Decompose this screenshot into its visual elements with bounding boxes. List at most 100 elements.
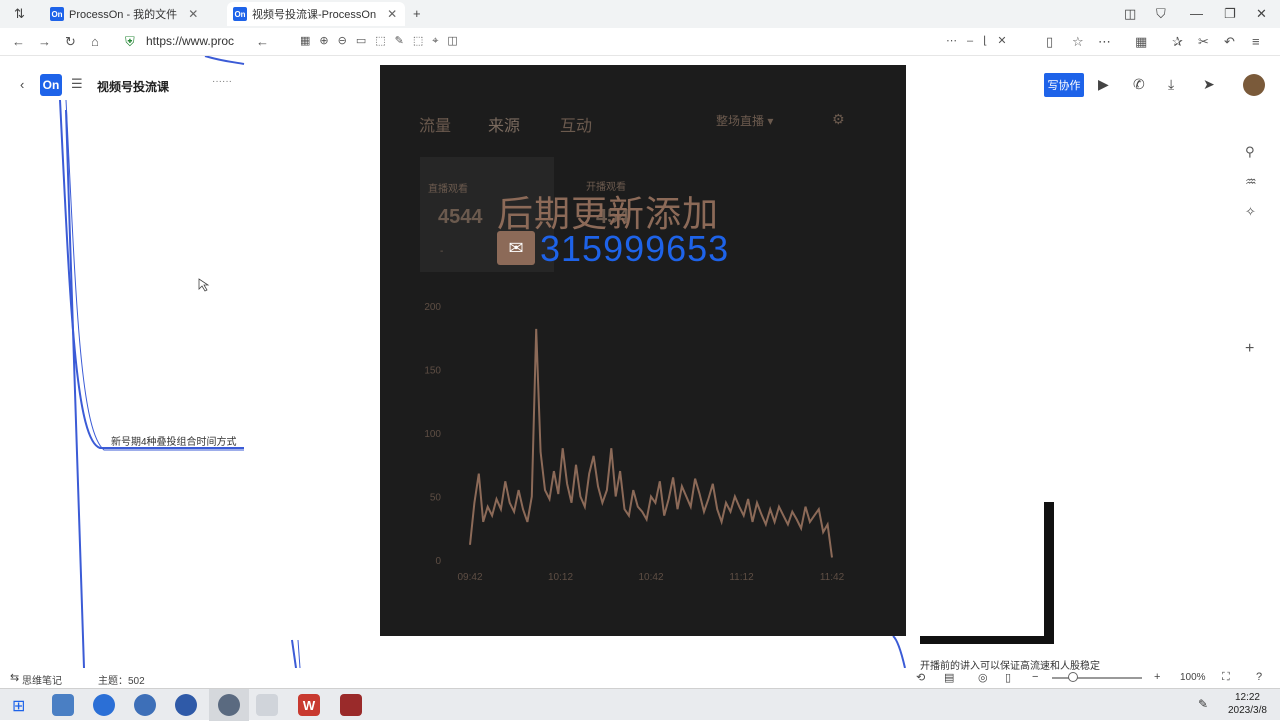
zoom-in-icon[interactable]: + xyxy=(1154,671,1160,683)
scene-select-label: 整场直播 xyxy=(716,114,765,128)
connector-line xyxy=(204,56,245,65)
app-icon[interactable] xyxy=(218,694,240,716)
tab-actions-icon[interactable]: ⇅ xyxy=(14,6,25,22)
minimize-icon[interactable]: — xyxy=(1190,6,1203,21)
undo-icon[interactable]: ↶ xyxy=(1224,34,1235,50)
y-tick-label: 150 xyxy=(424,366,441,377)
mindmap-node-label[interactable]: 新号期4种叠投组合时间方式 xyxy=(111,433,244,448)
menu-icon[interactable]: ≡ xyxy=(1252,34,1260,49)
download-icon[interactable]: ⤓ xyxy=(1168,76,1174,93)
restore-icon[interactable]: ❐ xyxy=(1224,6,1236,22)
back-icon[interactable]: ← xyxy=(12,34,25,49)
notes-label[interactable]: 思维笔记 xyxy=(22,672,62,687)
share-icon[interactable]: ➤ xyxy=(1203,76,1215,93)
file-explorer-icon[interactable] xyxy=(52,694,74,716)
video-player-icon[interactable] xyxy=(340,694,362,716)
y-tick-label: 100 xyxy=(424,429,441,440)
filter-settings-icon[interactable]: ⚙ xyxy=(832,111,845,128)
x-tick-label: 11:12 xyxy=(729,572,754,583)
tab-my-files[interactable]: On ProcessOn - 我的文件 ✕ xyxy=(44,2,222,26)
tab-label: ProcessOn - 我的文件 xyxy=(69,9,178,21)
history-icon[interactable]: ⟲ xyxy=(916,671,925,684)
present-icon[interactable]: ▶ xyxy=(1098,76,1109,93)
tab-interaction[interactable]: 互动 xyxy=(560,112,592,136)
close-tab-icon[interactable]: ✕ xyxy=(188,7,198,21)
zoom-slider-handle[interactable] xyxy=(1068,672,1078,682)
hamburger-icon[interactable]: ☰ xyxy=(71,76,83,92)
close-tab-icon[interactable]: ✕ xyxy=(387,7,397,21)
book-icon[interactable]: ▯ xyxy=(1005,671,1011,684)
system-clock[interactable]: 12:22 2023/3/8 xyxy=(1228,691,1267,717)
sparkle-icon[interactable]: ✧ xyxy=(1245,204,1256,220)
tab-course[interactable]: On 视频号投流课-ProcessOn ✕ xyxy=(227,2,405,26)
pen-icon[interactable]: ✎ xyxy=(1198,697,1208,711)
clock-time: 12:22 xyxy=(1234,692,1260,703)
back-arrow-icon[interactable]: ‹ xyxy=(20,77,24,92)
traffic-line-chart: 0 50 100 150 200 09:42 10:12 10:42 11:12 11:42 xyxy=(424,302,845,583)
connector-tool-icon[interactable]: ⚲ xyxy=(1245,144,1255,160)
wps-icon[interactable]: W xyxy=(298,694,320,716)
x-tick-label: 11:42 xyxy=(820,572,845,583)
layout-icon[interactable]: ▤ xyxy=(944,671,954,684)
window-controls-icon[interactable]: ⋯–⌊✕ xyxy=(946,34,1017,47)
reload-icon[interactable]: ↻ xyxy=(65,34,76,50)
notes-icon[interactable]: ⇆ xyxy=(10,671,19,684)
x-tick-label: 09:42 xyxy=(457,572,482,583)
browser-tab-strip: ⇅ On ProcessOn - 我的文件 ✕ On 视频号投流课-Proces… xyxy=(0,0,1280,28)
connector-line xyxy=(892,635,906,668)
zoom-out-icon[interactable]: − xyxy=(1032,671,1038,683)
app-icon[interactable] xyxy=(256,694,278,716)
add-icon[interactable]: + xyxy=(1245,340,1254,358)
connector-line xyxy=(65,109,85,668)
app-header: ‹ On ☰ 视频号投流课 ······ xyxy=(0,70,245,100)
zoom-slider[interactable] xyxy=(1052,677,1142,679)
more-icon[interactable]: ⋯ xyxy=(1098,34,1111,50)
shirt-icon[interactable]: ⛉ xyxy=(1156,6,1166,22)
processon-logo[interactable]: On xyxy=(40,74,62,96)
stat-value: 4544 xyxy=(438,206,483,228)
address-bar: ← → ↻ ⌂ ⛨ https://www.proc ← ▦⊕⊖▭⬚✎⬚⌖◫ ⋯… xyxy=(0,28,1280,56)
close-window-icon[interactable]: ✕ xyxy=(1256,6,1267,22)
sidebar-back-icon[interactable]: ← xyxy=(256,34,269,49)
connector-line xyxy=(65,99,244,451)
fullscreen-icon[interactable]: ⛶ xyxy=(1222,671,1230,684)
topic-count: 主题：502 xyxy=(98,676,145,687)
processon-favicon: On xyxy=(50,7,64,21)
scene-select[interactable]: 整场直播 ▾ xyxy=(716,112,773,129)
clock-date: 2023/3/8 xyxy=(1228,705,1267,716)
windows-start-icon[interactable]: ⊞ xyxy=(12,696,25,716)
reader-icon[interactable]: ▯ xyxy=(1046,34,1053,50)
zoom-level: 100% xyxy=(1180,672,1206,683)
help-icon[interactable]: ? xyxy=(1256,671,1262,683)
collaborate-button[interactable]: 写协作 xyxy=(1044,73,1084,97)
plus-icon[interactable]: + xyxy=(413,6,421,21)
scissors-icon[interactable]: ✂ xyxy=(1198,34,1209,50)
tab-source[interactable]: 来源 xyxy=(488,112,520,136)
processon-favicon: On xyxy=(233,7,247,21)
forward-icon[interactable]: → xyxy=(38,34,51,49)
app-icon[interactable] xyxy=(175,694,197,716)
locate-icon[interactable]: ◎ xyxy=(978,671,988,684)
apps-icon[interactable]: ▦ xyxy=(1135,34,1147,50)
star-icon[interactable]: ☆ xyxy=(1072,34,1084,50)
tab-traffic[interactable]: 流量 xyxy=(419,112,451,136)
mouse-cursor-icon xyxy=(198,278,210,292)
app-icon[interactable] xyxy=(134,694,156,716)
extension-icon[interactable]: ◫ xyxy=(1124,6,1136,22)
x-tick-label: 10:42 xyxy=(638,572,663,583)
home-icon[interactable]: ⌂ xyxy=(91,34,99,49)
shield-icon: ⛨ xyxy=(125,34,135,49)
frame-edge xyxy=(920,636,1054,644)
url-field[interactable]: https://www.proc xyxy=(146,34,234,48)
toolbar-icons[interactable]: ▦⊕⊖▭⬚✎⬚⌖◫ xyxy=(300,34,467,48)
document-title[interactable]: 视频号投流课 xyxy=(97,78,169,95)
connector-line xyxy=(291,639,297,668)
connector-line xyxy=(297,639,301,668)
favorites-icon[interactable]: ✰ xyxy=(1172,34,1183,50)
more-dots-icon[interactable]: ······ xyxy=(212,76,232,87)
stat-sub: - xyxy=(440,246,444,257)
org-chart-icon[interactable]: ♒ xyxy=(1245,174,1257,190)
avatar[interactable] xyxy=(1243,74,1265,96)
phone-icon[interactable]: ✆ xyxy=(1133,76,1145,93)
edge-browser-icon[interactable] xyxy=(93,694,115,716)
